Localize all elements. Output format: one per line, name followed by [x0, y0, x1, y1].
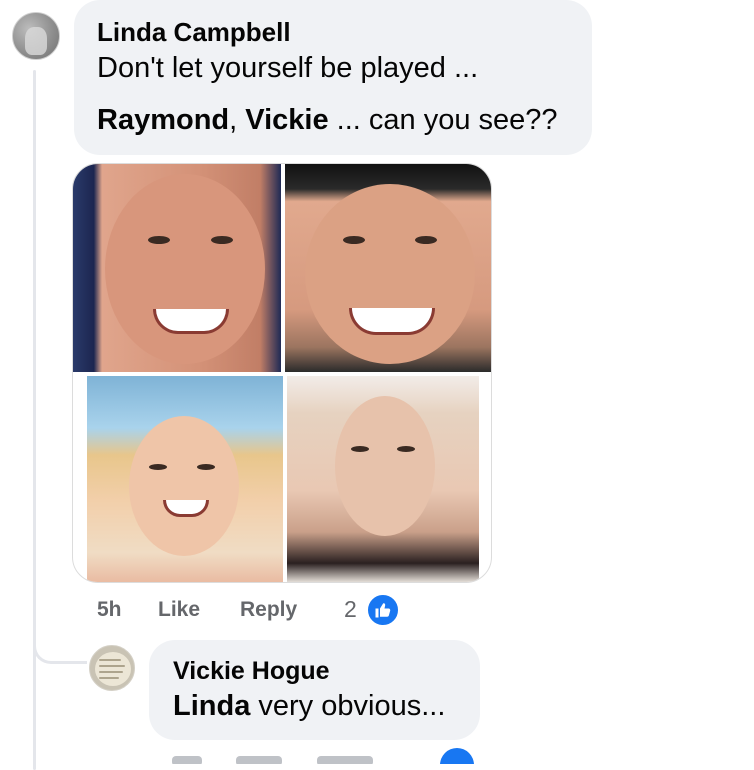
- reaction-count[interactable]: 2: [344, 596, 357, 623]
- reply-like-badge-partial: [440, 748, 474, 764]
- comment-text-rest: ... can you see??: [328, 104, 558, 136]
- image-panel-bottom-left: [87, 376, 283, 582]
- comment-text-line-2: Raymond, Vickie ... can you see??: [97, 104, 558, 137]
- mention-vickie[interactable]: Vickie: [245, 104, 328, 136]
- reply-author-avatar[interactable]: [89, 645, 135, 691]
- comment-text-line-1: Don't let yourself be played ...: [97, 52, 479, 84]
- reply-author-name[interactable]: Vickie Hogue: [173, 657, 330, 686]
- like-button[interactable]: Like: [158, 598, 200, 622]
- comment-author-name[interactable]: Linda Campbell: [97, 17, 291, 48]
- thread-branch-line: [33, 624, 87, 664]
- reply-button[interactable]: Reply: [240, 598, 297, 622]
- commenter-avatar[interactable]: [12, 12, 60, 60]
- image-panel-top-right: [285, 164, 491, 372]
- reply-text-rest: very obvious...: [250, 690, 446, 722]
- comment-bubble: Linda Campbell Don't let yourself be pla…: [74, 0, 592, 155]
- reply-text: Linda very obvious...: [173, 690, 445, 723]
- mention-linda[interactable]: Linda: [173, 690, 250, 722]
- image-panel-top-left: [73, 164, 281, 372]
- thumbs-up-icon[interactable]: [366, 593, 400, 627]
- reply-meta-row-partial: [172, 752, 472, 764]
- mention-raymond[interactable]: Raymond: [97, 104, 229, 136]
- comment-timestamp[interactable]: 5h: [97, 598, 122, 622]
- comment-image-attachment[interactable]: [72, 163, 492, 583]
- avatar-figure-icon: [25, 27, 47, 55]
- thread-line: [33, 70, 36, 770]
- reply-bubble: Vickie Hogue Linda very obvious...: [149, 640, 480, 740]
- mention-separator: ,: [229, 104, 238, 136]
- image-panel-bottom-right: [287, 376, 479, 582]
